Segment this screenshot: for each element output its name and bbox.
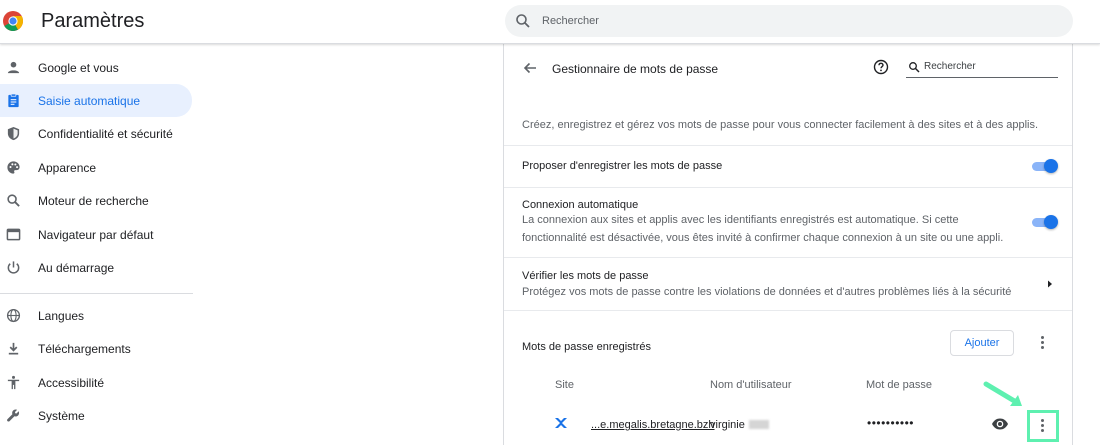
saved-username: virginie <box>710 419 745 431</box>
auto-signin-description: La connexion aux sites et applis avec le… <box>522 214 959 226</box>
saved-passwords-heading: Mots de passe enregistrés <box>522 341 652 353</box>
sidebar-item-default-browser[interactable]: Navigateur par défaut <box>0 218 192 251</box>
description-text: Créez, enregistrez et gérez vos mots de … <box>522 119 1039 131</box>
sidebar-item-label: Apparence <box>38 161 97 175</box>
sidebar-item-on-startup[interactable]: Au démarrage <box>0 251 192 284</box>
back-arrow-icon[interactable] <box>522 60 538 76</box>
divider <box>504 257 1072 258</box>
accessibility-icon <box>7 375 20 390</box>
sidebar-divider <box>0 293 193 294</box>
auto-signin-toggle[interactable] <box>1030 215 1058 229</box>
page-title: Gestionnaire de mots de passe <box>552 62 719 76</box>
person-icon <box>7 61 20 74</box>
divider <box>504 310 1072 311</box>
sidebar-item-label: Saisie automatique <box>38 94 141 108</box>
search-icon <box>7 194 20 207</box>
more-actions-icon <box>1040 419 1044 433</box>
download-icon <box>8 342 19 355</box>
sidebar-item-label: Moteur de recherche <box>38 194 149 208</box>
sidebar-item-label: Système <box>38 409 85 423</box>
check-passwords-description: Protégez vos mots de passe contre les vi… <box>522 286 1012 298</box>
settings-search-input[interactable]: Rechercher <box>505 5 1073 37</box>
offer-to-save-toggle[interactable] <box>1030 159 1058 173</box>
saved-password-masked: •••••••••• <box>867 416 915 430</box>
more-actions-icon[interactable] <box>1040 336 1044 350</box>
sidebar-item-label: Langues <box>38 309 85 323</box>
sidebar-item-label: Navigateur par défaut <box>38 228 154 242</box>
divider <box>504 187 1072 188</box>
sidebar-item-google-and-you[interactable]: Google et vous <box>0 51 192 84</box>
help-icon[interactable] <box>873 59 889 75</box>
annotation-arrow-icon <box>983 381 1022 406</box>
auto-signin-description: fonctionnalité est désactivée, vous êtes… <box>522 232 1004 244</box>
clipboard-icon <box>8 93 19 108</box>
sidebar-item-languages[interactable]: Langues <box>0 299 192 332</box>
sidebar-item-accessibility[interactable]: Accessibilité <box>0 366 192 399</box>
sidebar-item-autofill[interactable]: Saisie automatique <box>0 84 192 117</box>
sidebar-item-label: Au démarrage <box>38 261 115 275</box>
offer-to-save-label: Proposer d'enregistrer les mots de passe <box>522 160 723 172</box>
site-favicon-icon <box>555 418 567 428</box>
search-icon <box>909 62 920 73</box>
check-passwords-label[interactable]: Vérifier les mots de passe <box>522 269 649 283</box>
column-header-site: Site <box>555 379 574 391</box>
add-password-button[interactable]: Ajouter <box>950 330 1014 356</box>
palette-icon <box>7 161 20 174</box>
sidebar-item-label: Confidentialité et sécurité <box>38 127 173 141</box>
search-placeholder: Rechercher <box>542 15 599 27</box>
sidebar-item-search-engine[interactable]: Moteur de recherche <box>0 184 192 217</box>
globe-icon <box>6 308 21 323</box>
column-header-password: Mot de passe <box>866 379 933 391</box>
top-bar: Paramètres Rechercher <box>0 0 1100 44</box>
password-row-menu-button[interactable] <box>1027 410 1059 442</box>
sidebar-item-label: Google et vous <box>38 61 119 75</box>
chrome-logo-icon <box>3 11 23 31</box>
divider <box>504 145 1072 146</box>
sidebar-item-appearance[interactable]: Apparence <box>0 151 192 184</box>
shield-icon <box>7 126 20 141</box>
saved-site-link[interactable]: ...e.megalis.bretagne.bzh <box>591 418 715 432</box>
power-icon <box>7 261 20 274</box>
column-header-username: Nom d'utilisateur <box>710 379 792 391</box>
toggle-knob <box>1044 215 1058 229</box>
redacted-username-part <box>749 420 769 429</box>
sidebar-item-system[interactable]: Système <box>0 399 192 432</box>
password-search-input[interactable]: Rechercher <box>906 58 1058 78</box>
browser-icon <box>6 228 21 241</box>
sidebar-item-label: Accessibilité <box>38 376 105 390</box>
search-placeholder: Rechercher <box>924 61 976 72</box>
sidebar-item-label: Téléchargements <box>38 342 131 356</box>
wrench-icon <box>7 409 20 422</box>
toggle-knob <box>1044 159 1058 173</box>
chevron-right-icon[interactable] <box>1046 279 1054 289</box>
search-icon <box>516 14 530 28</box>
sidebar-item-downloads[interactable]: Téléchargements <box>0 332 192 365</box>
sidebar-item-privacy-security[interactable]: Confidentialité et sécurité <box>0 117 192 150</box>
eye-icon[interactable] <box>991 417 1009 431</box>
app-title: Paramètres <box>41 10 145 32</box>
auto-signin-label: Connexion automatique <box>522 199 639 211</box>
